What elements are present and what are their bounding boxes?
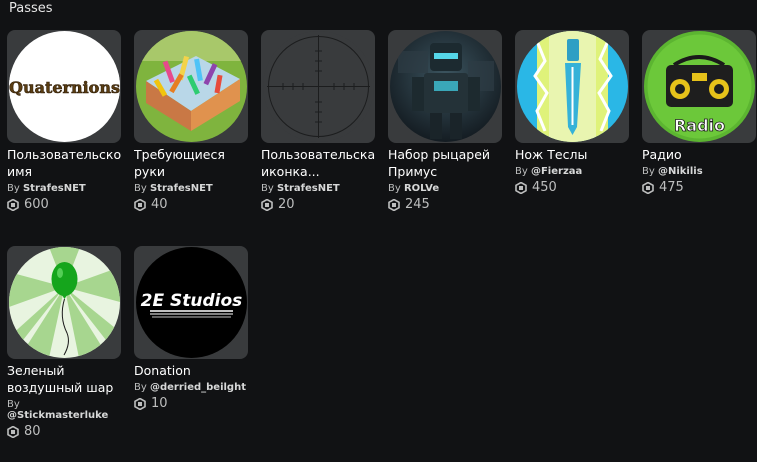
pass-card[interactable]: Набор рыцарей Примус By ROLVe 245 <box>388 30 502 246</box>
svg-text:Radio: Radio <box>673 116 724 135</box>
by-label: By <box>7 183 20 194</box>
creator-link[interactable]: @Stickmasterluke <box>7 410 108 421</box>
pass-byline: By @Fierzaa <box>515 166 629 177</box>
robux-icon <box>7 425 19 438</box>
by-label: By <box>388 183 401 194</box>
robux-icon <box>134 397 146 410</box>
pass-thumbnail[interactable] <box>515 30 629 143</box>
creator-link[interactable]: @Fierzaa <box>531 166 582 177</box>
pass-price: 10 <box>134 396 248 411</box>
by-label: By <box>515 166 528 177</box>
creator-link[interactable]: StrafesNET <box>277 183 340 194</box>
price-value: 450 <box>532 180 557 195</box>
robux-icon <box>642 181 654 194</box>
by-label: By <box>134 382 147 393</box>
pass-thumbnail[interactable] <box>388 30 502 143</box>
robux-icon <box>261 198 273 211</box>
pass-byline: By ROLVe <box>388 183 502 194</box>
pass-byline: By @derried_beilght <box>134 382 248 393</box>
creator-link[interactable]: StrafesNET <box>23 183 86 194</box>
by-label: By <box>261 183 274 194</box>
price-value: 475 <box>659 180 684 195</box>
creator-link[interactable]: @derried_beilght <box>150 382 246 393</box>
pass-name[interactable]: Требующиеся руки <box>134 146 248 180</box>
pass-price: 245 <box>388 197 502 212</box>
pass-name[interactable]: Набор рыцарей Примус <box>388 146 502 180</box>
2e-studios-logo: 2E Studios <box>135 247 247 358</box>
by-label: By <box>7 399 20 410</box>
radio-boombox-icon: Radio <box>643 31 755 142</box>
robux-icon <box>134 198 146 211</box>
pass-thumbnail[interactable] <box>261 30 375 143</box>
pass-card[interactable]: Пользовательская иконка... By StrafesNET… <box>261 30 375 246</box>
pass-byline: By StrafesNET <box>7 183 121 194</box>
price-value: 245 <box>405 197 430 212</box>
pass-name[interactable]: Нож Теслы <box>515 146 629 163</box>
section-title: Passes <box>9 1 53 16</box>
pass-name[interactable]: Donation <box>134 362 248 379</box>
quaternions-logo: Quaternions <box>8 31 120 142</box>
pass-byline: By @Nikilis <box>642 166 756 177</box>
pass-price: 80 <box>7 424 121 439</box>
by-label: By <box>642 166 655 177</box>
price-value: 600 <box>24 197 49 212</box>
many-hands-image <box>135 31 247 142</box>
pass-name[interactable]: Пользовательское имя <box>7 146 121 180</box>
pass-card[interactable]: Зеленый воздушный шар By @Stickmasterluk… <box>7 246 121 462</box>
pass-byline: By StrafesNET <box>261 183 375 194</box>
robux-icon <box>7 198 19 211</box>
by-label: By <box>134 183 147 194</box>
creator-link[interactable]: ROLVe <box>404 183 439 194</box>
pass-byline: By StrafesNET <box>134 183 248 194</box>
pass-thumbnail[interactable] <box>134 30 248 143</box>
svg-text:2E Studios: 2E Studios <box>140 291 242 311</box>
price-value: 80 <box>24 424 41 439</box>
price-value: 20 <box>278 197 295 212</box>
price-value: 40 <box>151 197 168 212</box>
pass-card[interactable]: Нож Теслы By @Fierzaa 450 <box>515 30 629 246</box>
pass-thumbnail[interactable]: Radio <box>642 30 756 143</box>
creator-link[interactable]: @Nikilis <box>658 166 703 177</box>
price-value: 10 <box>151 396 168 411</box>
pass-card[interactable]: Radio Радио By @Nikilis 475 <box>642 30 756 246</box>
pass-card[interactable]: Требующиеся руки By StrafesNET 40 <box>134 30 248 246</box>
tesla-knife-image <box>516 31 628 142</box>
pass-name[interactable]: Зеленый воздушный шар <box>7 362 121 396</box>
crosshair-icon <box>262 31 374 142</box>
pass-card[interactable]: Quaternions Пользовательское имя By Stra… <box>7 30 121 246</box>
pass-price: 475 <box>642 180 756 195</box>
pass-price: 600 <box>7 197 121 212</box>
pass-name[interactable]: Пользовательская иконка... <box>261 146 375 180</box>
pass-thumbnail[interactable]: 2E Studios <box>134 246 248 359</box>
creator-link[interactable]: StrafesNET <box>150 183 213 194</box>
robux-icon <box>388 198 400 211</box>
pass-name[interactable]: Радио <box>642 146 756 163</box>
pass-price: 20 <box>261 197 375 212</box>
pass-thumbnail[interactable] <box>7 246 121 359</box>
robux-icon <box>515 181 527 194</box>
pass-card[interactable]: 2E Studios Donation By @derried_beilght … <box>134 246 248 462</box>
pass-price: 40 <box>134 197 248 212</box>
pass-byline: By @Stickmasterluke <box>7 399 121 421</box>
knight-armor-image <box>389 31 501 142</box>
passes-grid: Quaternions Пользовательское имя By Stra… <box>7 30 756 462</box>
pass-price: 450 <box>515 180 629 195</box>
svg-text:Quaternions: Quaternions <box>9 78 120 97</box>
pass-thumbnail[interactable]: Quaternions <box>7 30 121 143</box>
green-balloon-icon <box>8 247 120 358</box>
